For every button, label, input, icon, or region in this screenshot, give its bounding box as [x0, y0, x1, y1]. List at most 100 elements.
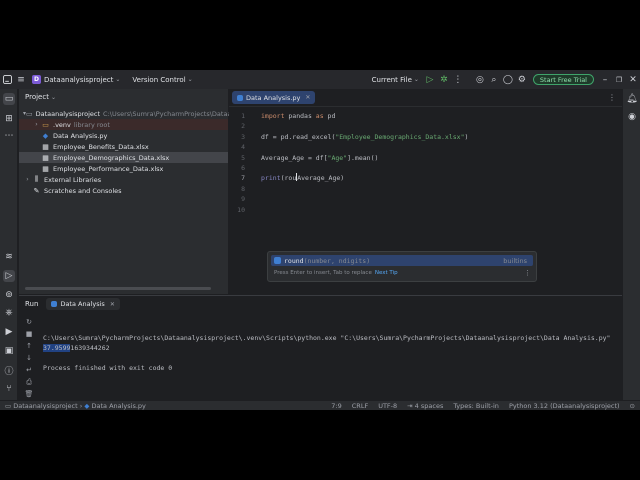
tree-item-performance-xlsx[interactable]: ▦ Employee_Performance_Data.xlsx: [19, 163, 228, 174]
chevron-down-icon: ⌄: [187, 76, 193, 83]
python-interpreter[interactable]: Python 3.12 (Dataanalysisproject): [509, 402, 620, 410]
tree-item-external-libraries[interactable]: › ⫼ External Libraries: [19, 174, 228, 185]
project-switcher[interactable]: D Dataanalysisproject ⌄: [28, 70, 124, 89]
close-tab-icon[interactable]: ✕: [305, 94, 310, 101]
search-icon[interactable]: ⌕: [487, 70, 501, 89]
pycharm-window: ≡ D Dataanalysisproject ⌄ Version Contro…: [0, 70, 640, 410]
line-number: 3: [241, 132, 245, 141]
main-menu-icon[interactable]: ≡: [14, 70, 28, 89]
editor-tab-label: Data Analysis.py: [246, 93, 301, 102]
code-token: print: [261, 174, 281, 183]
next-tip-link[interactable]: Next Tip: [375, 270, 398, 276]
code-token: pd: [323, 112, 336, 120]
code-line-7: print(rouAverage_Age): [261, 173, 344, 183]
breadcrumb-separator: ›: [79, 401, 83, 410]
code-token: df = pd.read_excel(: [261, 132, 336, 141]
chevron-down-icon: ⌄: [115, 76, 121, 83]
terminal-icon[interactable]: ▣: [3, 345, 15, 357]
user-icon[interactable]: ◯: [501, 70, 515, 89]
stop-icon[interactable]: ■: [23, 328, 35, 340]
tree-item-root[interactable]: ▾ ▭ Dataanalysisproject C:\Users\Sumra\P…: [19, 108, 241, 119]
completion-menu-icon[interactable]: ⋮: [524, 269, 531, 277]
code-token: "Employee_Demographics_Data.xlsx": [335, 132, 465, 141]
line-number: 1: [241, 112, 245, 120]
project-tree: ▾ ▭ Dataanalysisproject C:\Users\Sumra\P…: [19, 108, 241, 196]
settings-gear-icon[interactable]: ⚙: [515, 70, 529, 89]
selected-text: 37.9599: [43, 344, 71, 352]
horizontal-scrollbar[interactable]: [25, 287, 211, 290]
tree-item-venv[interactable]: › ▭ .venv library root: [19, 119, 228, 130]
problems-icon[interactable]: ⓘ: [3, 364, 15, 377]
structure-tool-icon[interactable]: ⊞: [3, 113, 15, 125]
python-file-icon: ◆: [84, 401, 90, 410]
title-bar: ≡ D Dataanalysisproject ⌄ Version Contro…: [0, 70, 640, 89]
pycharm-logo-icon[interactable]: [0, 70, 14, 89]
run-tab-data-analysis[interactable]: Data Analysis ✕: [46, 298, 120, 310]
scroll-down-icon[interactable]: ↓: [23, 352, 35, 364]
expand-arrow-icon[interactable]: ›: [23, 176, 32, 183]
file-encoding[interactable]: UTF-8: [378, 402, 397, 410]
code-token: as: [315, 112, 324, 120]
tree-item-scratches[interactable]: ✎ Scratches and Consoles: [19, 185, 228, 196]
more-tools-icon[interactable]: ⋯: [3, 130, 15, 142]
run-config-selector[interactable]: Current File ⌄: [368, 70, 423, 89]
code-line-5: Average_Age = df["Age"].mean(): [261, 153, 378, 163]
print-icon[interactable]: ⎙: [23, 376, 35, 388]
clear-all-icon[interactable]: 🗑︎: [23, 388, 35, 400]
project-tool-icon[interactable]: ▭: [3, 93, 15, 105]
code-token: ): [464, 132, 469, 141]
python-file-icon: [51, 301, 58, 307]
project-panel-header[interactable]: Project ⌄: [19, 89, 228, 105]
right-tool-strip: 🔔︎ ◉: [622, 89, 640, 400]
close-icon[interactable]: ✕: [626, 70, 640, 89]
debug-tool-icon[interactable]: ▶: [3, 326, 15, 338]
minimize-icon[interactable]: –: [598, 70, 612, 89]
code-editor: Data Analysis.py ✕ ⋮ 1 2 3 4 5 6 7 8 9 1…: [229, 89, 622, 294]
editor-tab-data-analysis[interactable]: Data Analysis.py ✕: [232, 91, 316, 104]
expand-arrow-icon[interactable]: ›: [32, 121, 41, 128]
version-control-menu[interactable]: Version Control ⌄: [128, 70, 196, 89]
tree-item-label: Employee_Performance_Data.xlsx: [53, 164, 164, 173]
spreadsheet-icon: ▦: [42, 142, 49, 151]
indent-icon: ⇥: [407, 401, 413, 410]
services-icon[interactable]: ⊚: [3, 289, 15, 301]
breadcrumb-file: Data Analysis.py: [91, 401, 146, 410]
lock-icon[interactable]: ⊙: [630, 402, 635, 410]
python-file-icon: ◆: [42, 131, 49, 140]
line-number: 4: [241, 143, 245, 152]
run-icon[interactable]: ▷: [423, 70, 437, 89]
completion-item-round[interactable]: round (number, ndigits) builtins: [271, 255, 533, 266]
rerun-icon[interactable]: ↻: [23, 316, 35, 328]
ai-chat-icon[interactable]: ◉: [626, 111, 638, 123]
soft-wrap-icon[interactable]: ↵: [23, 364, 35, 376]
tree-item-label: Employee_Benefits_Data.xlsx: [53, 142, 149, 151]
python-packages-icon[interactable]: ≋: [3, 251, 15, 263]
breadcrumb[interactable]: ▭ Dataanalysisproject › ◆ Data Analysis.…: [5, 402, 146, 410]
tree-item-demographics-xlsx[interactable]: ▦ Employee_Demographics_Data.xlsx: [19, 152, 228, 163]
close-tab-icon[interactable]: ✕: [110, 301, 115, 308]
line-ending[interactable]: CRLF: [352, 402, 368, 410]
ai-assistant-icon[interactable]: ◎: [473, 70, 487, 89]
run-panel-header: Run Data Analysis ✕: [19, 296, 622, 312]
version-control-icon[interactable]: ⑂: [3, 383, 15, 395]
indent-setting[interactable]: ⇥ 4 spaces: [407, 402, 443, 410]
tree-item-data-analysis-py[interactable]: ◆ Data Analysis.py: [19, 130, 228, 141]
run-tool-icon[interactable]: ▷: [3, 270, 15, 282]
more-actions-icon[interactable]: ⋮: [451, 70, 465, 89]
line-number: 7: [241, 174, 245, 183]
caret-position[interactable]: 7:9: [331, 402, 341, 410]
types-indicator[interactable]: Types: Built-in: [453, 402, 499, 410]
tree-item-benefits-xlsx[interactable]: ▦ Employee_Benefits_Data.xlsx: [19, 141, 228, 152]
maximize-icon[interactable]: ❐: [612, 70, 626, 89]
run-panel: Run Data Analysis ✕ ↻ ■ ↑ ↓ ↵ ⎙ 🗑︎ C:\Us…: [19, 295, 622, 400]
python-console-icon[interactable]: ⎈: [3, 307, 15, 319]
line-number: 10: [237, 205, 245, 214]
debug-icon[interactable]: ✲: [437, 70, 451, 89]
scroll-up-icon[interactable]: ↑: [23, 340, 35, 352]
code-line-1: import pandas as pd: [261, 111, 335, 121]
start-free-trial-button[interactable]: Start Free Trial: [532, 74, 594, 85]
notifications-icon[interactable]: 🔔︎: [626, 93, 638, 105]
chevron-down-icon: ⌄: [50, 93, 56, 101]
more-tabs-icon[interactable]: ⋮: [608, 93, 616, 102]
python-function-icon: [274, 257, 281, 264]
